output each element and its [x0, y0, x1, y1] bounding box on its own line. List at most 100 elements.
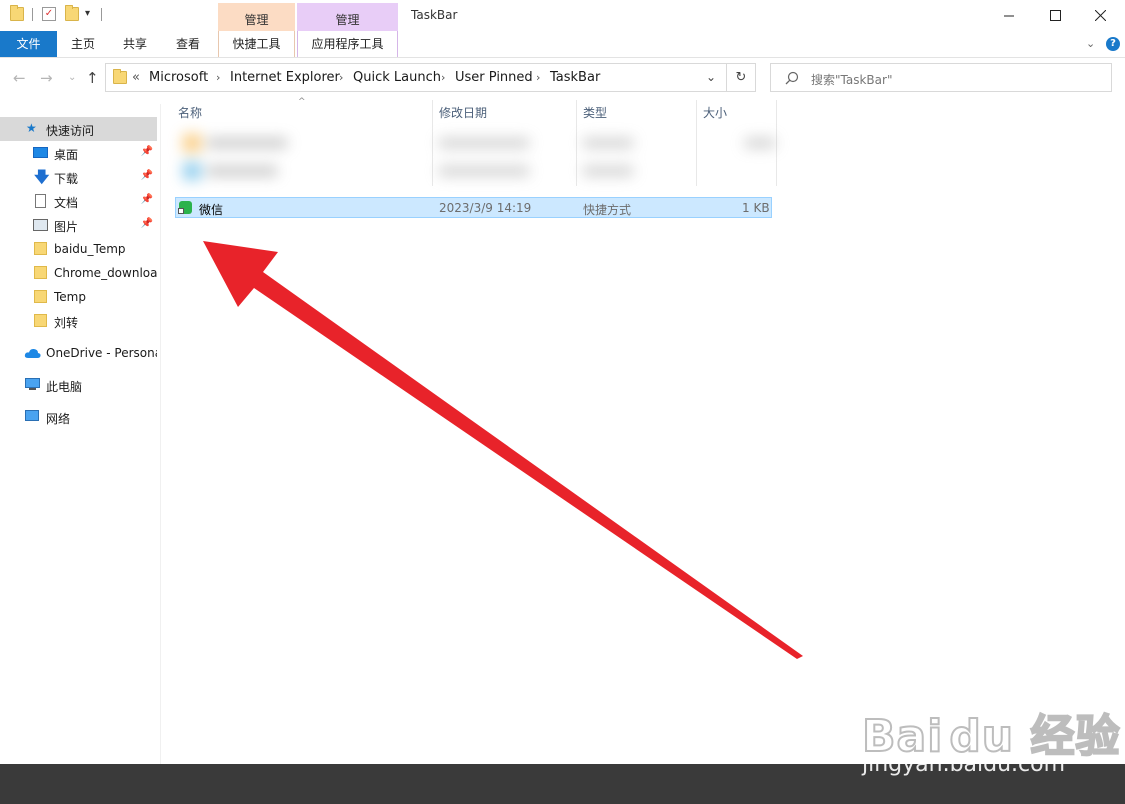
- nav-label: 刘转: [54, 316, 79, 330]
- desktop-icon: [33, 147, 48, 158]
- nav-quick-access[interactable]: ★ 快速访问: [0, 117, 157, 141]
- column-header-name[interactable]: 名称: [178, 104, 202, 126]
- nav-item-desktop[interactable]: 桌面 📌: [0, 141, 157, 165]
- star-icon: ★: [26, 121, 37, 135]
- nav-label: Temp: [54, 290, 86, 304]
- red-arrow-icon: [203, 241, 803, 659]
- folder-icon: [34, 266, 47, 279]
- nav-label: Chrome_download: [54, 266, 157, 280]
- close-button[interactable]: [1078, 0, 1123, 31]
- context-group-label: 管理: [335, 13, 360, 27]
- ribbon-expand-icon[interactable]: ⌄: [1086, 37, 1095, 50]
- address-bar[interactable]: « Microsoft › Internet Explorer › Quick …: [105, 63, 727, 92]
- new-folder-icon[interactable]: [65, 5, 79, 21]
- forward-icon[interactable]: →: [40, 69, 53, 87]
- pin-icon[interactable]: 📌: [141, 218, 153, 229]
- address-dropdown-icon[interactable]: ⌄: [706, 70, 716, 84]
- pin-icon[interactable]: 📌: [141, 146, 153, 157]
- folder-icon: [34, 314, 47, 327]
- nav-label: 此电脑: [46, 380, 83, 394]
- customize-toolbar-icon[interactable]: ▾: [85, 7, 99, 21]
- blurred-file-rows: [175, 128, 785, 192]
- maximize-icon: [1050, 10, 1061, 21]
- tab-share[interactable]: 共享: [114, 31, 156, 57]
- nav-item-temp[interactable]: Temp: [0, 285, 157, 309]
- breadcrumb-microsoft[interactable]: Microsoft: [149, 70, 208, 85]
- back-icon[interactable]: ←: [13, 69, 26, 87]
- context-group-app: 管理: [297, 3, 398, 31]
- file-type: 快捷方式: [583, 203, 632, 217]
- minimize-icon: [1004, 15, 1014, 17]
- nav-item-baidu-temp[interactable]: baidu_Temp: [0, 237, 157, 261]
- nav-item-chrome-download[interactable]: Chrome_download: [0, 261, 157, 285]
- watermark-url: jingyan.baidu.com: [862, 752, 1066, 777]
- chevron-right-icon[interactable]: ›: [216, 71, 220, 84]
- search-input[interactable]: 搜索"TaskBar": [770, 63, 1112, 92]
- chevron-right-icon[interactable]: ›: [536, 71, 540, 84]
- file-row[interactable]: 微信 2023/3/9 14:19 快捷方式 1 KB: [175, 197, 772, 218]
- breadcrumb-overflow[interactable]: «: [132, 70, 140, 85]
- search-placeholder: 搜索"TaskBar": [811, 73, 893, 87]
- close-icon: [1095, 10, 1106, 21]
- nav-label: 文档: [54, 196, 79, 210]
- divider: [32, 8, 33, 21]
- nav-item-documents[interactable]: 文档 📌: [0, 189, 157, 213]
- folder-icon: [113, 69, 127, 84]
- window-title: TaskBar: [411, 8, 458, 22]
- file-date: 2023/3/9 14:19: [439, 201, 532, 215]
- title-bar: ✓ ▾ 管理 管理 TaskBar: [0, 0, 1125, 31]
- column-header-type[interactable]: 类型: [583, 104, 607, 126]
- breadcrumb-quick-launch[interactable]: Quick Launch: [353, 70, 441, 85]
- search-icon: [785, 71, 799, 85]
- tab-view[interactable]: 查看: [167, 31, 209, 57]
- nav-label: 图片: [54, 220, 79, 234]
- refresh-button[interactable]: ↻: [727, 63, 756, 92]
- recent-locations-icon[interactable]: ⌄: [68, 72, 76, 83]
- nav-this-pc[interactable]: 此电脑: [0, 373, 157, 397]
- column-header-size[interactable]: 大小: [703, 104, 727, 126]
- nav-onedrive[interactable]: OneDrive - Persona: [0, 341, 157, 365]
- tab-home[interactable]: 主页: [62, 31, 104, 57]
- nav-network[interactable]: 网络: [0, 405, 157, 429]
- breadcrumb-internet-explorer[interactable]: Internet Explorer: [230, 70, 340, 85]
- breadcrumb-taskbar[interactable]: TaskBar: [550, 70, 600, 85]
- nav-item-pictures[interactable]: 图片 📌: [0, 213, 157, 237]
- pin-icon[interactable]: 📌: [141, 170, 153, 181]
- computer-icon: [25, 378, 40, 388]
- tab-app-tools[interactable]: 应用程序工具: [297, 31, 398, 57]
- folder-icon: [34, 290, 47, 303]
- tab-file[interactable]: 文件: [0, 31, 57, 57]
- nav-label: baidu_Temp: [54, 242, 126, 256]
- file-name: 微信: [199, 203, 224, 217]
- chevron-right-icon[interactable]: ›: [339, 71, 343, 84]
- nav-label: 桌面: [54, 148, 79, 162]
- folder-icon: [10, 5, 24, 21]
- nav-label: OneDrive - Persona: [46, 346, 157, 360]
- breadcrumb-user-pinned[interactable]: User Pinned: [455, 70, 533, 85]
- shortcut-arrow-icon: [178, 208, 184, 214]
- annotation-arrow: [203, 241, 803, 659]
- cloud-icon: [24, 348, 41, 358]
- nav-label: 网络: [46, 412, 71, 426]
- minimize-button[interactable]: [987, 0, 1032, 31]
- divider: [101, 8, 102, 21]
- column-header-date[interactable]: 修改日期: [439, 104, 487, 126]
- nav-item-liuzhuan[interactable]: 刘转: [0, 309, 157, 333]
- navigation-pane: ★ 快速访问 桌面 📌 🡇 下载 📌 文档 📌 图片 📌 baidu_Temp …: [0, 104, 161, 764]
- up-icon[interactable]: ↑: [86, 69, 99, 87]
- pin-icon[interactable]: 📌: [141, 194, 153, 205]
- help-icon[interactable]: ?: [1106, 37, 1120, 51]
- network-icon: [25, 410, 39, 421]
- properties-icon[interactable]: ✓: [42, 7, 56, 21]
- tab-shortcut-tools[interactable]: 快捷工具: [218, 31, 295, 57]
- file-size: 1 KB: [742, 201, 770, 215]
- nav-item-downloads[interactable]: 🡇 下载 📌: [0, 165, 157, 189]
- nav-label: 下载: [54, 172, 79, 186]
- ribbon-tabs: 文件 主页 共享 查看 快捷工具 应用程序工具 ⌄ ?: [0, 31, 1125, 58]
- context-group-label: 管理: [244, 13, 269, 27]
- chevron-right-icon[interactable]: ›: [441, 71, 445, 84]
- maximize-button[interactable]: [1033, 0, 1078, 31]
- folder-icon: [34, 242, 47, 255]
- sort-ascending-icon: ^: [298, 97, 306, 107]
- refresh-icon: ↻: [735, 70, 747, 85]
